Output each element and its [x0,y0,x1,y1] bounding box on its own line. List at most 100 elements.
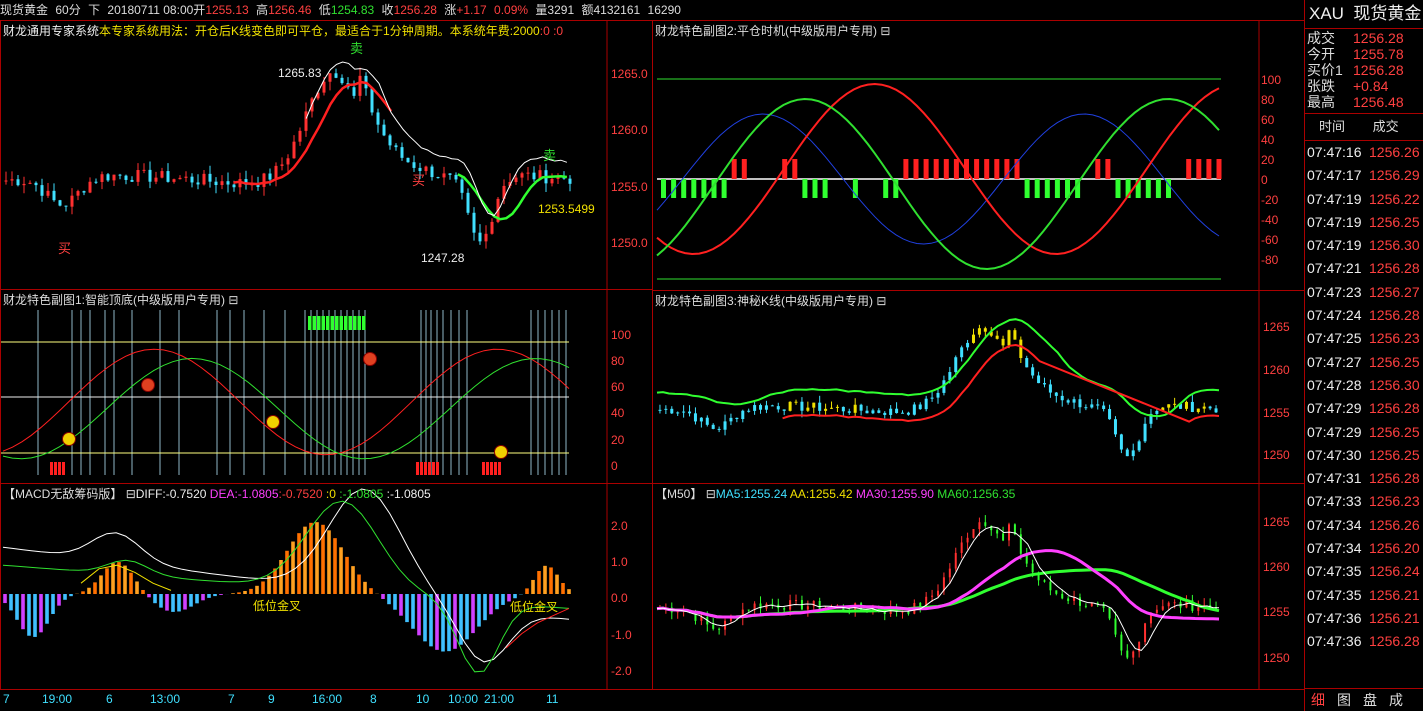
macd-histogram-bar [51,594,55,614]
tick-row[interactable]: 07:47:35 1256.24 [1305,560,1423,583]
candle-body [1001,338,1005,346]
tick-row[interactable]: 07:47:19 1256.25 [1305,211,1423,234]
sub2-ytick: -60 [1261,233,1279,247]
macd-histogram-bar [405,594,409,623]
candle-body [1037,375,1041,384]
candle-body [466,192,470,213]
candle-body [34,182,38,186]
macd-panel[interactable]: 【MACD无敌筹码版】 ⊟DIFF:-0.7520 DEA:-1.0805:-0… [0,483,653,690]
candle-body [895,408,899,414]
tick-row[interactable]: 07:47:21 1256.28 [1305,257,1423,280]
tick-row[interactable]: 07:47:29 1256.28 [1305,397,1423,420]
candle-body [1120,634,1123,651]
tick-row[interactable]: 07:47:16 1256.26 [1305,141,1423,164]
sub2-collapse-icon[interactable]: ⊟ [880,24,890,38]
candle-body [1119,434,1123,450]
signal-face-icon [266,415,280,429]
candle-body [948,568,951,578]
macd-histogram-bar [99,575,103,594]
candle-body [142,169,146,171]
candle-body [688,411,692,414]
macd-histogram-bar [105,568,109,594]
sub-chart-3-panel[interactable]: 财龙特色副图3:神秘K线(中级版用户专用) ⊟ 1265 1260 1255 1… [652,290,1305,484]
macd-histogram-bar [471,594,475,634]
sidebar-tab-0[interactable]: 细 [1305,689,1331,711]
macd-histogram-bar [69,594,73,597]
collapse-icon[interactable]: ⊟ [228,293,238,307]
sub-chart-2-panel[interactable]: 财龙特色副图2:平仓时机(中级版用户专用) ⊟ 100 80 60 40 20 0 -20 -… [652,20,1305,291]
tick-row[interactable]: 07:47:19 1256.22 [1305,188,1423,211]
tick-row[interactable]: 07:47:24 1256.28 [1305,304,1423,327]
tick-row[interactable]: 07:47:25 1256.23 [1305,327,1423,350]
candle-body [753,405,757,411]
main-kline-chart[interactable]: 1265.0 1260.0 1255.0 1250.0 1265.83 1247… [1,21,653,290]
buy-signal-1: 买 [58,241,71,256]
tick-list[interactable]: 07:47:16 1256.26 07:47:17 1256.29 07:47:19 12… [1305,141,1423,654]
candle-body [984,522,987,526]
symbol-name[interactable]: 现货黄金 [0,3,48,17]
ma-chart[interactable]: 1265 1260 1255 1250 [653,484,1305,690]
tick-row[interactable]: 07:47:27 1256.25 [1305,351,1423,374]
sub2-green-bar [822,179,828,198]
sidebar-tab-3[interactable]: 成 [1383,689,1409,711]
tick-row[interactable]: 07:47:17 1256.29 [1305,164,1423,187]
tick-row[interactable]: 07:47:19 1256.30 [1305,234,1423,257]
tick-row[interactable]: 07:47:34 1256.26 [1305,514,1423,537]
tick-row[interactable]: 07:47:34 1256.20 [1305,537,1423,560]
time-label: 19:00 [42,692,73,706]
macd-histogram-bar [213,594,217,597]
sub1-chart[interactable]: 100 80 60 40 20 0 [1,290,653,484]
tick-row[interactable]: 07:47:30 1256.25 [1305,444,1423,467]
macd-chart[interactable]: 低位金叉 低位金叉 2.0 1.0 0.0 -1.0 -2.0 [1,484,653,690]
candle-body [1078,399,1082,408]
candle-body [705,417,709,425]
candle-body [550,178,554,184]
sub-chart-1-panel[interactable]: 财龙特色副图1:智能顶底(中级版用户专用) ⊟ 100 80 60 40 20 … [0,289,653,484]
sidebar-tab-2[interactable]: 盘 [1357,689,1383,711]
candle-body [664,408,668,410]
macd-collapse-icon[interactable]: ⊟ [126,487,136,501]
tick-row[interactable]: 07:47:28 1256.30 [1305,374,1423,397]
candle-body [1190,401,1194,412]
candle-body [764,405,768,410]
tick-row[interactable]: 07:47:35 1256.21 [1305,584,1423,607]
candle-body [699,417,703,422]
sub3-collapse-icon[interactable]: ⊟ [876,294,886,308]
tick-row[interactable]: 07:47:36 1256.21 [1305,607,1423,630]
candle-body [859,404,863,411]
bottom-signal-bar [416,462,419,475]
sub2-red-bar [923,159,929,179]
ma-collapse-icon[interactable]: ⊟ [706,487,716,501]
candle-body [1002,533,1005,541]
candle-body [226,181,230,185]
tick-row[interactable]: 07:47:31 1256.28 [1305,467,1423,490]
tick-row[interactable]: 07:47:29 1256.25 [1305,421,1423,444]
low-value: 1254.83 [330,3,375,17]
tick-row[interactable]: 07:47:36 1256.28 [1305,630,1423,653]
macd-ytick-2: 0.0 [611,591,628,605]
candle-body [436,177,440,179]
bar-datetime: 20180711 08:00 [107,3,194,17]
sub2-green-bar [802,179,808,198]
tick-row[interactable]: 07:47:33 1256.23 [1305,490,1423,513]
main-kline-panel[interactable]: 财龙通用专家系统本专家系统用法：开仓后K线变色即可平仓，最适合于1分钟周期。本系… [0,20,653,290]
sub1-title: 财龙特色副图1:智能顶底(中级版用户专用) ⊟ [3,293,239,307]
sub2-red-bar [1105,159,1111,179]
sidebar-tab-1[interactable]: 图 [1331,689,1357,711]
sub2-green-bar [691,179,697,198]
macd-histogram-bar [171,594,175,612]
sub2-ytick: 80 [1261,93,1275,107]
sub3-chart[interactable]: 1265 1260 1255 1250 [653,291,1305,484]
bottom-signal-bar [428,462,431,475]
sub2-chart[interactable]: 100 80 60 40 20 0 -20 -40 -60 -80 [653,21,1305,291]
period-label[interactable]: 60分 [55,3,80,17]
macd-histogram-bar [381,594,385,599]
candle-body [1161,606,1164,610]
candle-body [1155,410,1159,414]
main-ytick-0: 1265.0 [611,67,648,81]
macd-histogram-bar [339,547,343,594]
candle-body [853,404,857,413]
candle-body [783,608,786,610]
tick-row[interactable]: 07:47:23 1256.27 [1305,281,1423,304]
ma-panel[interactable]: 【M50】 ⊟MA5:1255.24 AA:1255.42 MA30:1255.… [652,483,1305,690]
